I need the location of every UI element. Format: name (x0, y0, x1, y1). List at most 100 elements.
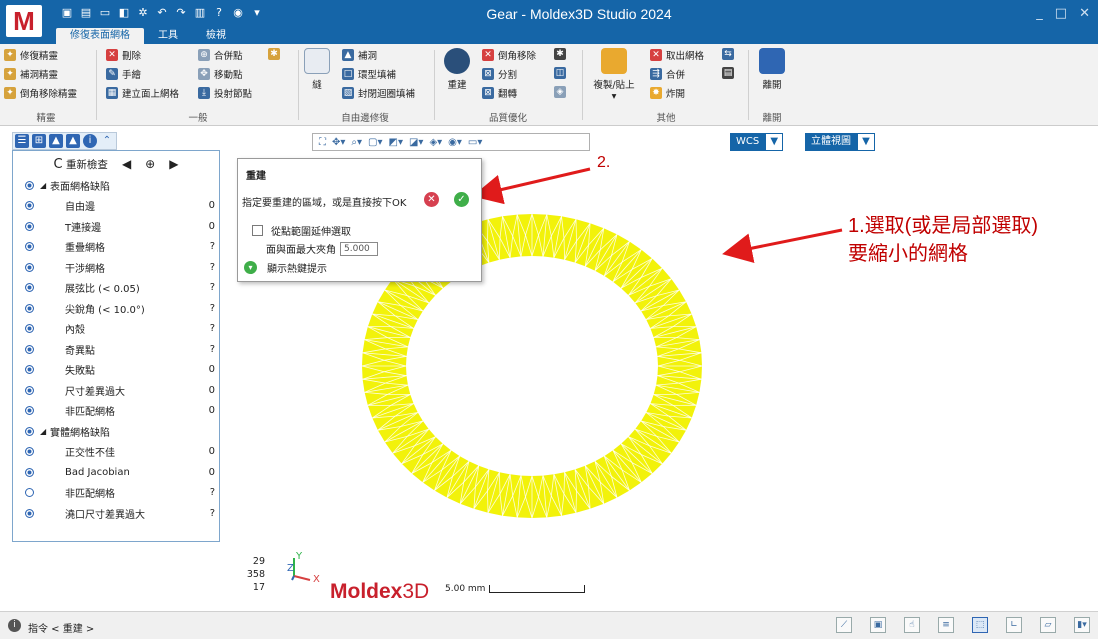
max-angle-input[interactable]: 5.000 (340, 241, 378, 256)
quality-tool-c-button[interactable]: ◈ (554, 86, 566, 98)
extend-selection-checkbox[interactable]: 從點範圍延伸選取 (252, 223, 351, 238)
ok-button[interactable]: ✓ (454, 192, 469, 207)
info-icon[interactable]: i (83, 134, 97, 148)
merge-node-button[interactable]: ⊕ 合併點 (198, 48, 243, 62)
radio-button[interactable] (25, 303, 34, 313)
chevron-down-icon[interactable]: ▼ (765, 133, 784, 151)
exit-button[interactable]: 離開 (754, 48, 790, 91)
section-icon[interactable]: ◈▾ (429, 137, 442, 148)
radio-button[interactable] (25, 283, 34, 293)
defect-row[interactable]: T連接邊 0 (13, 216, 219, 237)
other-tool-b-button[interactable]: ▤ (722, 67, 734, 79)
wcs-dropdown[interactable]: WCS ▼ (730, 133, 784, 151)
iso-view-dropdown[interactable]: 立體視圖 ▼ (805, 133, 875, 151)
radio-button[interactable] (25, 201, 34, 211)
project-node-button[interactable]: ⤓ 投射節點 (198, 86, 252, 100)
radio-button[interactable] (25, 262, 34, 272)
fill-hole-button[interactable]: ▲ 補洞 (342, 48, 377, 62)
quality-tool-a-button[interactable]: ✱ (554, 48, 566, 60)
defect-row[interactable]: 非匹配網格 0 (13, 401, 219, 422)
radio-button[interactable] (25, 508, 34, 518)
tab-tools[interactable]: 工具 (144, 28, 192, 44)
show-hotkey-hint[interactable]: ▾ 顯示熱鍵提示 (244, 260, 327, 275)
pointer-icon[interactable]: ☝ (904, 617, 920, 633)
explode-button[interactable]: ✸ 炸開 (650, 86, 685, 100)
defect-row[interactable]: 展弦比 (< 0.05)? (13, 278, 219, 299)
radio-button[interactable] (25, 324, 34, 334)
chevron-down-icon[interactable]: ▾ (588, 91, 640, 102)
zoom-to-icon[interactable]: ⊕ (145, 157, 155, 171)
defect-row[interactable]: 澆口尺寸差異過大? (13, 503, 219, 524)
fillet-wizard-button[interactable]: ✦ 倒角移除精靈 (4, 86, 77, 100)
collapse-icon[interactable]: ⌃ (100, 134, 114, 148)
grid-icon[interactable]: ▣ (870, 617, 886, 633)
radio-button[interactable] (25, 488, 34, 498)
defect-row[interactable]: 正交性不佳 0 (13, 442, 219, 463)
hierarchy-icon[interactable]: ⊞ (32, 134, 46, 148)
cancel-button[interactable]: ✕ (424, 192, 439, 207)
recheck-button[interactable]: C 重新檢查 (54, 157, 108, 172)
flip-button[interactable]: ⊠ 翻轉 (482, 86, 517, 100)
layer-icon[interactable]: ▭▾ (468, 137, 482, 148)
closed-loop-fill-button[interactable]: ▧ 封閉迴圈填補 (342, 86, 415, 100)
repair-wizard-button[interactable]: ✦ 修復精靈 (4, 48, 58, 62)
radio-button[interactable] (25, 467, 34, 477)
defect-row[interactable]: 內殼? (13, 319, 219, 340)
other-tool-a-button[interactable]: ⇆ (722, 48, 734, 60)
radio-button[interactable] (25, 180, 34, 190)
checkbox-box[interactable] (252, 225, 263, 236)
fillet-remove-button[interactable]: ✕ 倒角移除 (482, 48, 536, 62)
window-icon[interactable]: ▢▾ (368, 137, 382, 148)
visibility-icon[interactable]: ◉▾ (448, 137, 462, 148)
tab-view[interactable]: 檢視 (192, 28, 240, 44)
extract-mesh-button[interactable]: ✕ 取出網格 (650, 48, 704, 62)
move-node-button[interactable]: ✥ 移動點 (198, 67, 243, 81)
minimize-icon[interactable]: _ (1036, 6, 1043, 21)
ring-fill-button[interactable]: □ 環型填補 (342, 67, 396, 81)
node-tool-button[interactable]: ✱ (268, 48, 280, 60)
maximize-icon[interactable]: □ (1055, 6, 1067, 21)
display-icon[interactable]: ◩▾ (389, 137, 403, 148)
defect-row[interactable]: 自由邊 0 (13, 196, 219, 217)
ruler-icon[interactable]: ⟋ (836, 617, 852, 633)
expand-triangle-icon[interactable]: ◢ (40, 427, 46, 436)
radio-button[interactable] (25, 344, 34, 354)
defect-row[interactable]: 尖銳角 (< 10.0°)? (13, 298, 219, 319)
radio-button[interactable] (25, 385, 34, 395)
radio-button[interactable] (25, 365, 34, 375)
next-icon[interactable]: ▶ (169, 157, 178, 171)
stitch-button[interactable]: 縫 (302, 48, 332, 91)
previous-icon[interactable]: ◀ (122, 157, 131, 171)
defect-row[interactable]: 重疊網格? (13, 237, 219, 258)
combine-button[interactable]: ⇶ 合併 (650, 67, 685, 81)
zoom-icon[interactable]: ⌕▾ (351, 137, 362, 148)
defect-row[interactable]: 失敗點 0 (13, 360, 219, 381)
delete-button[interactable]: ✕ 刪除 (106, 48, 141, 62)
chart-icon[interactable]: ▮▾ (1074, 617, 1090, 633)
tab-repair-surface-mesh[interactable]: 修復表面網格 (56, 28, 144, 44)
quality-tool-b-button[interactable]: ◫ (554, 67, 566, 79)
defect-section[interactable]: ◢ 實體網格缺陷 (13, 421, 219, 442)
fit-icon[interactable]: ⛶ (319, 137, 326, 148)
defect-row[interactable]: 尺寸差異過大 0 (13, 380, 219, 401)
copy-paste-button[interactable]: 複製/貼上 ▾ (588, 48, 640, 102)
mesh-icon[interactable]: ▲ (49, 134, 63, 148)
defect-section[interactable]: ◢ 表面網格缺陷 (13, 175, 219, 196)
defect-row[interactable]: 奇異點? (13, 339, 219, 360)
split-button[interactable]: ⊠ 分割 (482, 67, 517, 81)
defect-row[interactable]: Bad Jacobian 0 (13, 462, 219, 483)
angle-icon[interactable]: ∟ (1006, 617, 1022, 633)
shade-icon[interactable]: ◪▾ (409, 137, 423, 148)
radio-button[interactable] (25, 447, 34, 457)
radio-button[interactable] (25, 242, 34, 252)
plane-icon[interactable]: ▱ (1040, 617, 1056, 633)
close-icon[interactable]: ✕ (1079, 6, 1090, 21)
defect-row[interactable]: 非匹配網格? (13, 483, 219, 504)
defect-row[interactable]: 干涉網格? (13, 257, 219, 278)
hole-wizard-button[interactable]: ✦ 補洞精靈 (4, 67, 58, 81)
radio-button[interactable] (25, 221, 34, 231)
radio-button[interactable] (25, 426, 34, 436)
rebuild-button[interactable]: 重建 (440, 48, 474, 91)
tree-icon[interactable]: ☰ (15, 134, 29, 148)
list-icon[interactable]: ≡ (938, 617, 954, 633)
